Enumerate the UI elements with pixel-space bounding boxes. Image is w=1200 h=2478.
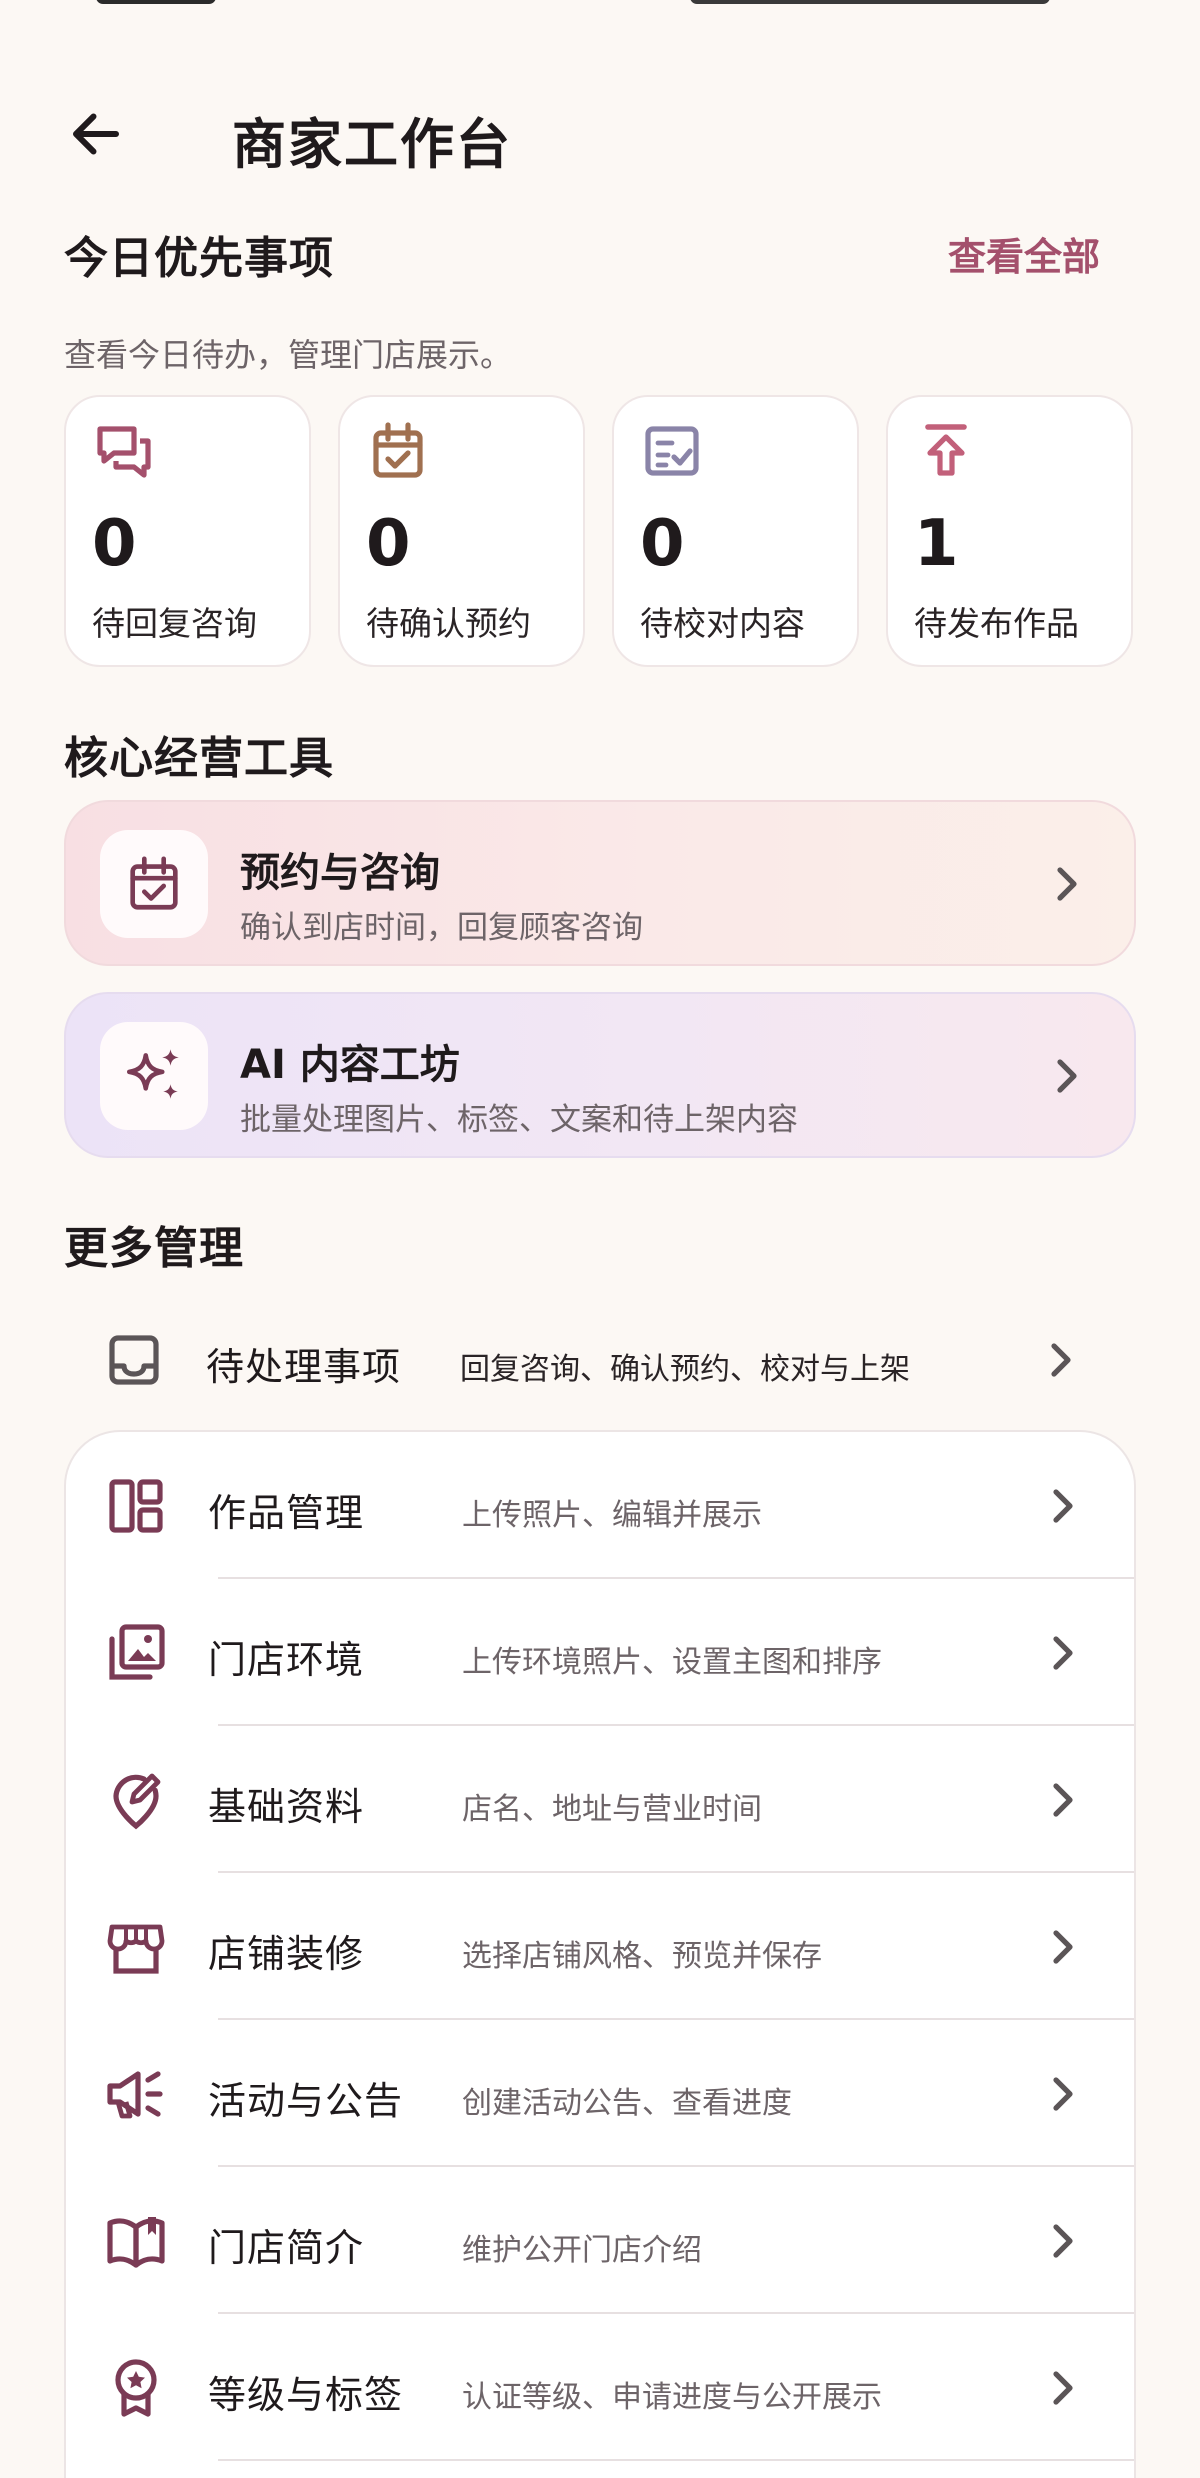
tool-icon-box — [100, 830, 208, 938]
row-title: 作品管理 — [208, 1491, 365, 1535]
row-title: 等级与标签 — [208, 2373, 404, 2417]
back-button[interactable] — [62, 100, 130, 168]
list-item-basic-info[interactable]: 基础资料 店名、地址与营业时间 — [66, 1726, 1134, 1873]
arrow-left-icon — [73, 113, 119, 155]
tool-title: AI 内容工坊 — [240, 1042, 460, 1088]
list-item-store-environment[interactable]: 门店环境 上传环境照片、设置主图和排序 — [66, 1579, 1134, 1726]
chevron-right-icon — [1057, 867, 1077, 901]
stat-value: 0 — [640, 507, 685, 581]
row-desc: 认证等级、申请进度与公开展示 — [462, 2380, 882, 2415]
view-all-link[interactable]: 查看全部 — [948, 226, 1100, 281]
chevron-right-icon — [1057, 1059, 1077, 1093]
merchant-workbench-page: 商家工作台 今日优先事项 查看全部 查看今日待办，管理门店展示。 0 待回复咨询… — [0, 0, 1200, 2478]
pending-items-row[interactable]: 待处理事项 回复咨询、确认预约、校对与上架 — [64, 1310, 1136, 1410]
row-desc: 上传照片、编辑并展示 — [462, 1498, 762, 1533]
dashboard-layout-icon — [109, 1479, 163, 1533]
megaphone-icon — [107, 2071, 163, 2119]
publish-upload-icon — [925, 424, 967, 476]
row-title: 基础资料 — [208, 1785, 365, 1829]
row-desc: 回复咨询、确认预约、校对与上架 — [460, 1352, 910, 1387]
stat-card-pending-proofread[interactable]: 0 待校对内容 — [612, 395, 859, 667]
row-title: 门店环境 — [208, 1638, 365, 1682]
row-title: 活动与公告 — [208, 2079, 404, 2123]
list-item-store-decoration[interactable]: 店铺装修 选择店铺风格、预览并保存 — [66, 1873, 1134, 2020]
stat-label: 待确认预约 — [366, 604, 531, 643]
chevron-right-icon — [1053, 2224, 1073, 2258]
chevron-right-icon — [1053, 1489, 1073, 1523]
stat-label: 待发布作品 — [914, 604, 1079, 643]
sparkles-icon — [126, 1049, 179, 1099]
stat-label: 待回复咨询 — [92, 604, 257, 643]
row-desc: 选择店铺风格、预览并保存 — [462, 1939, 822, 1974]
chevron-right-icon — [1053, 1930, 1073, 1964]
page-title: 商家工作台 — [232, 113, 512, 176]
calendar-check-icon — [373, 422, 423, 478]
row-desc: 维护公开门店介绍 — [462, 2233, 702, 2268]
app-header: 商家工作台 — [0, 70, 1200, 190]
stat-label: 待校对内容 — [640, 604, 805, 643]
row-title: 门店简介 — [208, 2226, 365, 2270]
status-bar — [0, 0, 1200, 14]
stat-value: 1 — [914, 507, 959, 581]
location-edit-icon — [113, 1773, 161, 1830]
tool-desc: 确认到店时间，回复顾客咨询 — [240, 910, 643, 946]
list-item-works[interactable]: 作品管理 上传照片、编辑并展示 — [66, 1432, 1134, 1579]
stats-row: 0 待回复咨询 0 待确认预约 0 待校对内容 1 待发布作品 — [64, 395, 1136, 667]
tool-desc: 批量处理图片、标签、文案和待上架内容 — [240, 1102, 798, 1138]
row-desc: 上传环境照片、设置主图和排序 — [462, 1645, 882, 1680]
stat-card-pending-bookings[interactable]: 0 待确认预约 — [338, 395, 585, 667]
award-badge-icon — [115, 2359, 157, 2417]
tool-card-bookings[interactable]: 预约与咨询 确认到店时间，回复顾客咨询 — [64, 800, 1136, 966]
stat-value: 0 — [366, 507, 411, 581]
storefront-icon — [107, 1924, 165, 1974]
tool-card-ai-studio[interactable]: AI 内容工坊 批量处理图片、标签、文案和待上架内容 — [64, 992, 1136, 1158]
calendar-check-icon — [130, 856, 178, 910]
row-desc: 创建活动公告、查看进度 — [462, 2086, 792, 2121]
list-item-store-intro[interactable]: 门店简介 维护公开门店介绍 — [66, 2167, 1134, 2314]
row-desc: 店名、地址与营业时间 — [462, 1792, 762, 1827]
row-title: 店铺装修 — [208, 1932, 365, 1976]
row-title: 待处理事项 — [206, 1345, 402, 1389]
tool-title: 预约与咨询 — [240, 850, 440, 896]
chevron-right-icon — [1051, 1343, 1071, 1377]
priority-section-title: 今日优先事项 — [64, 233, 334, 284]
priority-subtitle: 查看今日待办，管理门店展示。 — [64, 336, 513, 374]
management-list: 作品管理 上传照片、编辑并展示 门店环境 上传环境照片、设置主图和排序 基础资料 — [64, 1430, 1136, 2478]
chevron-right-icon — [1053, 1636, 1073, 1670]
open-book-icon — [107, 2217, 165, 2268]
stat-value: 0 — [92, 507, 137, 581]
chevron-right-icon — [1053, 1783, 1073, 1817]
chevron-right-icon — [1053, 2077, 1073, 2111]
divider — [218, 2459, 1134, 2461]
stat-card-pending-replies[interactable]: 0 待回复咨询 — [64, 395, 311, 667]
more-management-title: 更多管理 — [64, 1223, 244, 1274]
inbox-tray-icon — [109, 1335, 159, 1385]
checklist-icon — [645, 426, 699, 476]
list-item-events-notices[interactable]: 活动与公告 创建活动公告、查看进度 — [66, 2020, 1134, 2167]
chevron-right-icon — [1053, 2371, 1073, 2405]
list-item-level-tags[interactable]: 等级与标签 认证等级、申请进度与公开展示 — [66, 2314, 1134, 2461]
stat-card-pending-publish[interactable]: 1 待发布作品 — [886, 395, 1133, 667]
core-tools-title: 核心经营工具 — [64, 733, 334, 784]
photo-library-icon — [109, 1624, 165, 1680]
tool-icon-box — [100, 1022, 208, 1130]
chat-bubbles-icon — [97, 426, 151, 478]
